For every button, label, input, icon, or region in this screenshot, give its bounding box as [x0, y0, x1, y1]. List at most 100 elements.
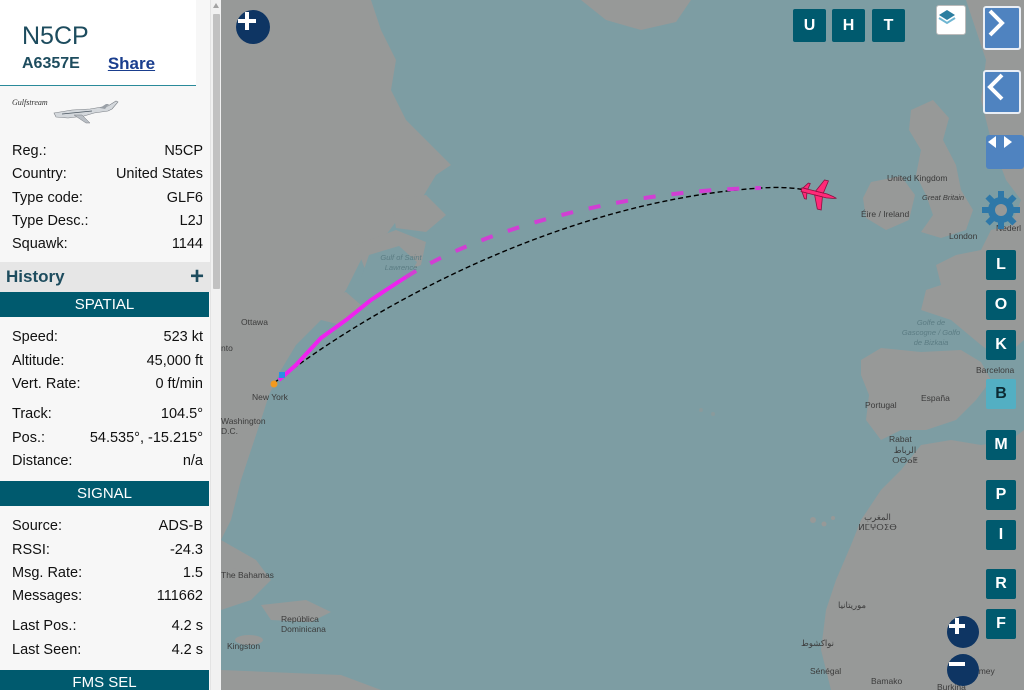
- zoom-out-icon: [949, 662, 965, 666]
- spatial-label: Pos.:: [12, 429, 46, 446]
- toggle-u-button[interactable]: U: [793, 9, 826, 42]
- spatial-label: Track:: [12, 406, 52, 423]
- share-link[interactable]: Share: [108, 54, 155, 74]
- africa-landmass: [821, 430, 1024, 690]
- settings-button[interactable]: [979, 188, 1023, 232]
- map-label-mauritanie: موريتانيا: [838, 600, 867, 610]
- map-label-great-britain: Great Britain: [922, 193, 965, 202]
- spatial-row-track: Track: 104.5°: [0, 403, 210, 426]
- detail-row-reg: Reg.: N5CP: [0, 140, 210, 163]
- signal-section-header[interactable]: SIGNAL: [0, 481, 209, 507]
- row-gap: [0, 396, 210, 403]
- zoom-out-button[interactable]: [947, 654, 979, 686]
- spatial-value: n/a: [182, 452, 203, 469]
- plus-icon: [238, 12, 256, 30]
- map-label-golfe-gascogne: Golfe de Gascogne / Golfo de Bizkaia: [901, 318, 961, 347]
- expand-width-button[interactable]: [986, 135, 1024, 169]
- map-label-gulf-st-lawrence: Gulf of Saint Lawrence: [380, 253, 422, 272]
- sidebar-scrollbar[interactable]: [210, 0, 221, 690]
- aircraft-plane-icon[interactable]: [798, 175, 840, 213]
- detail-value: United States: [115, 166, 203, 183]
- next-panel-button[interactable]: [983, 6, 1021, 50]
- spatial-row-speed: Speed: 523 kt: [0, 326, 210, 349]
- signal-row-rssi: RSSI: -24.3: [0, 539, 210, 562]
- signal-section: Source: ADS-B RSSI: -24.3 Msg. Rate: 1.5…: [0, 506, 210, 670]
- detail-row-type-desc: Type Desc.: L2J: [0, 210, 210, 233]
- spatial-section-header[interactable]: SPATIAL: [0, 292, 209, 318]
- svg-text:Gulfstream: Gulfstream: [12, 98, 48, 107]
- spatial-value: 45,000 ft: [146, 352, 203, 369]
- signal-value: ADS-B: [158, 518, 203, 535]
- history-label: History: [6, 267, 65, 287]
- toggle-i-button[interactable]: I: [986, 520, 1016, 550]
- signal-label: Last Pos.:: [12, 618, 77, 635]
- toggle-b-button[interactable]: B: [986, 379, 1016, 409]
- spatial-value: 104.5°: [160, 406, 203, 423]
- signal-row-source: Source: ADS-B: [0, 515, 210, 538]
- prev-panel-button[interactable]: [983, 70, 1021, 114]
- history-toggle[interactable]: History +: [0, 262, 210, 293]
- signal-label: Last Seen:: [12, 641, 82, 658]
- toggle-p-button[interactable]: P: [986, 480, 1016, 510]
- signal-value: 1.5: [182, 564, 203, 581]
- chevron-right-icon: [988, 9, 1005, 37]
- map-label-kingston: Kingston: [227, 641, 261, 651]
- chevron-left-icon: [987, 73, 1004, 101]
- detail-row-type-code: Type code: GLF6: [0, 187, 210, 210]
- canary-island: [831, 516, 835, 520]
- signal-label: Messages:: [12, 588, 83, 605]
- detail-value: 1144: [171, 236, 203, 253]
- toggle-l-button[interactable]: L: [986, 250, 1016, 280]
- spatial-label: Speed:: [12, 329, 58, 346]
- map-label-senegal: Sénégal: [810, 666, 842, 676]
- gulfstream-logo-image: Gulfstream: [12, 98, 119, 124]
- scroll-up-arrow-icon[interactable]: [213, 3, 219, 8]
- signal-value: 4.2 s: [171, 618, 203, 635]
- detail-row-country: Country: United States: [0, 163, 210, 186]
- map-label-nouakchott: نواكشوط: [801, 638, 834, 648]
- signal-label: RSSI:: [12, 541, 50, 558]
- map-label-ireland: Éire / Ireland: [861, 209, 910, 219]
- spatial-value: 54.535°, -15.215°: [89, 429, 203, 446]
- map-label-united-kingdom: United Kingdom: [887, 173, 948, 183]
- detail-label: Type Desc.:: [12, 212, 89, 229]
- signal-row-last-seen: Last Seen: 4.2 s: [0, 639, 210, 662]
- toggle-o-button[interactable]: O: [986, 290, 1016, 320]
- spatial-label: Distance:: [12, 452, 73, 469]
- map-label-portugal: Portugal: [865, 400, 897, 410]
- detail-row-squawk: Squawk: 1144: [0, 233, 210, 256]
- azores-island: [699, 408, 703, 412]
- map-label-toronto: nto: [221, 343, 233, 353]
- canary-island: [810, 517, 816, 523]
- map-label-barcelona: Barcelona: [976, 365, 1015, 375]
- spatial-row-position: Pos.: 54.535°, -15.215°: [0, 427, 210, 450]
- signal-row-msg-rate: Msg. Rate: 1.5: [0, 562, 210, 585]
- spatial-row-vert-rate: Vert. Rate: 0 ft/min: [0, 373, 210, 396]
- signal-value: 4.2 s: [171, 641, 203, 658]
- toggle-t-button[interactable]: T: [872, 9, 905, 42]
- layers-button[interactable]: [936, 5, 966, 35]
- aircraft-photo[interactable]: Gulfstream: [12, 96, 210, 136]
- layers-icon: [938, 10, 956, 25]
- expand-plus-icon[interactable]: +: [190, 265, 204, 289]
- toggle-f-button[interactable]: F: [986, 609, 1016, 639]
- fms-section-header[interactable]: FMS SEL: [0, 670, 209, 690]
- zoom-in-button[interactable]: [947, 616, 979, 648]
- great-britain-landmass: [909, 100, 973, 238]
- map-view[interactable]: United Kingdom Great Britain Éire / Irel…: [221, 0, 1024, 690]
- row-gap: [0, 608, 210, 615]
- signal-label: Msg. Rate:: [12, 564, 83, 581]
- map-label-espana: España: [921, 393, 950, 403]
- scrollbar-thumb[interactable]: [213, 14, 220, 289]
- toggle-r-button[interactable]: R: [986, 569, 1016, 599]
- aircraft-details: Reg.: N5CP Country: United States Type c…: [0, 140, 210, 256]
- toggle-m-button[interactable]: M: [986, 430, 1016, 460]
- map-label-rabat-local: الرباط ⵔⴱⴰⵟ: [892, 445, 918, 465]
- map-label-bamako: Bamako: [871, 676, 903, 686]
- app-root: N5CP A6357E Share Gulfstream Reg.: N5CP …: [0, 0, 1024, 690]
- add-plus-button[interactable]: [236, 10, 270, 44]
- signal-label: Source:: [12, 518, 62, 535]
- map-label-republica-dominicana: República Dominicana: [281, 614, 326, 634]
- toggle-h-button[interactable]: H: [832, 9, 865, 42]
- toggle-k-button[interactable]: K: [986, 330, 1016, 360]
